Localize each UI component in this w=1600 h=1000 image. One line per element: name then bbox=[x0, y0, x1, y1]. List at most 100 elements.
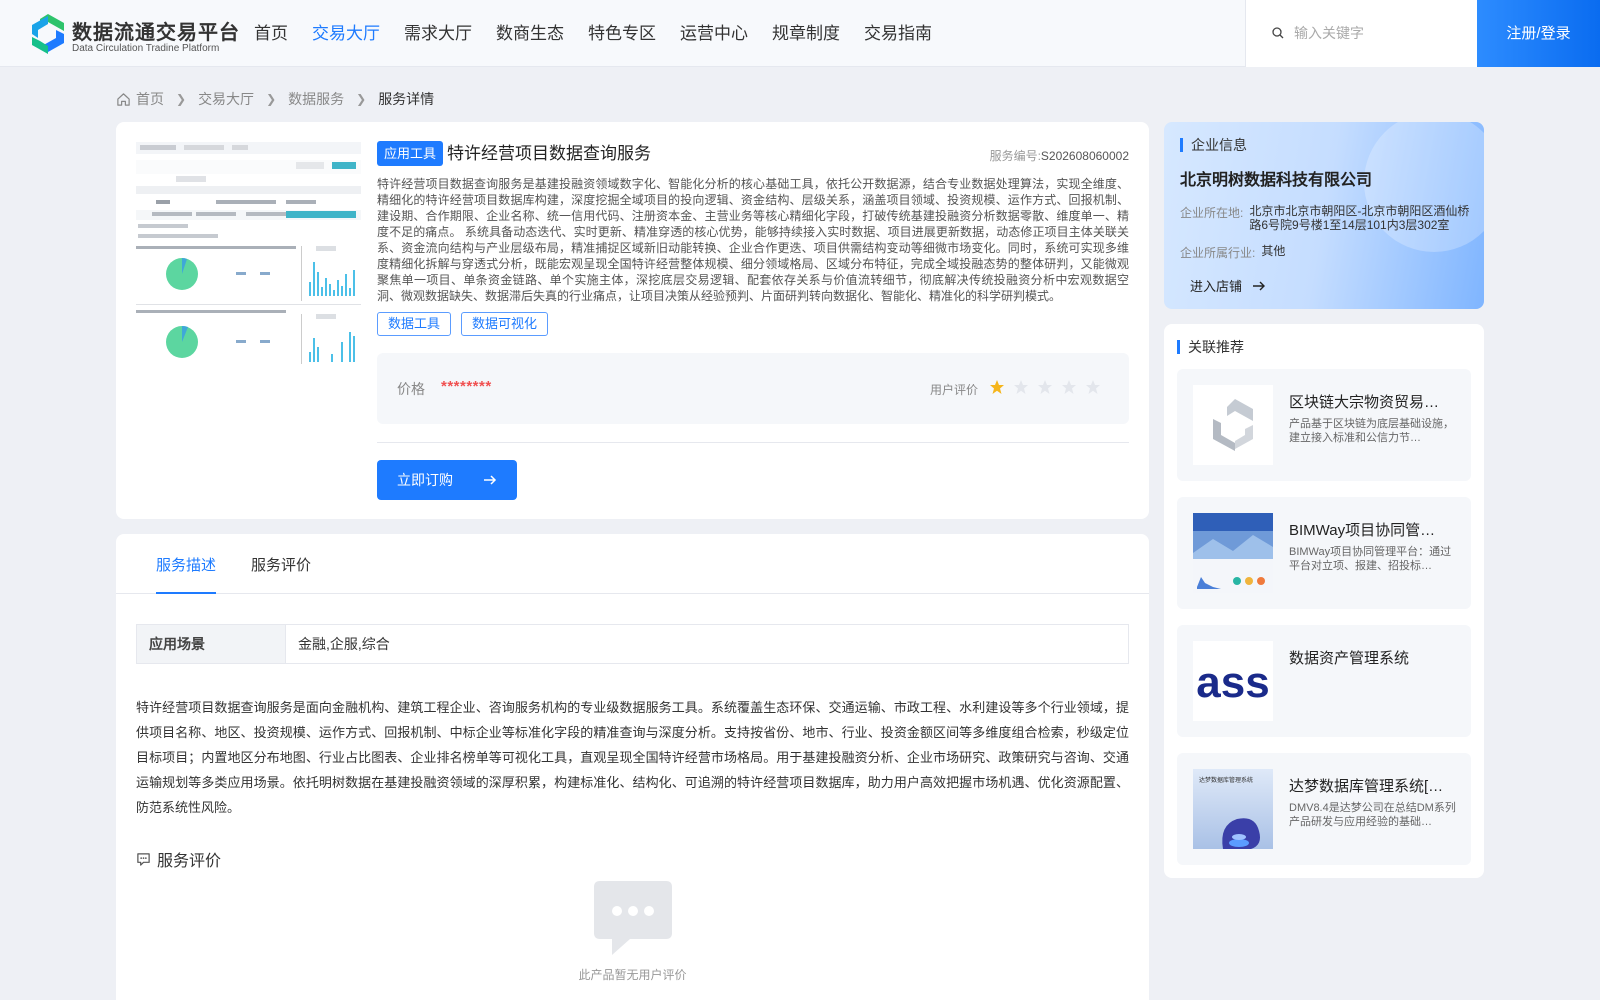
chevron-right-icon: ❯ bbox=[356, 92, 367, 106]
price-label: 价格 bbox=[397, 381, 425, 397]
product-type-tag: 应用工具 bbox=[377, 141, 444, 166]
keyword-tags: 数据工具 数据可视化 bbox=[377, 312, 558, 336]
decoration bbox=[1364, 122, 1484, 252]
industry-label: 企业所属行业: bbox=[1180, 246, 1256, 260]
review-title: 服务评价 bbox=[157, 853, 222, 870]
keyword-tag[interactable]: 数据工具 bbox=[377, 312, 452, 336]
service-number-value: S202608060002 bbox=[1040, 149, 1129, 163]
product-title: 特许经营项目数据查询服务 bbox=[447, 144, 651, 163]
industry-value: 其他 bbox=[1261, 244, 1286, 258]
keyword-tag[interactable]: 数据可视化 bbox=[461, 312, 549, 336]
recommend-title: BIMWay项目协同管… bbox=[1289, 522, 1436, 539]
title-bar bbox=[1180, 138, 1183, 152]
scene-value: 金融,企服,综合 bbox=[298, 636, 390, 652]
platform-logo[interactable]: 数据流通交易平台 Data Circulation Tradine Platfo… bbox=[30, 14, 239, 56]
nav-regulations[interactable]: 规章制度 bbox=[772, 0, 840, 67]
breadcrumb-home[interactable]: 首页 bbox=[136, 89, 164, 109]
star-icon[interactable] bbox=[1037, 379, 1053, 395]
logo-title: 数据流通交易平台 bbox=[72, 22, 240, 44]
subscribe-label: 立即订购 bbox=[397, 472, 453, 488]
recommend-title: 区块链大宗物资贸易… bbox=[1289, 394, 1440, 411]
empty-review-text: 此产品暂无用户评价 bbox=[578, 968, 687, 982]
recommend-desc bbox=[1289, 673, 1459, 701]
price-panel: 价格 ******** 用户评价 bbox=[377, 353, 1129, 424]
recommend-section-label: 关联推荐 bbox=[1188, 339, 1244, 355]
top-header: 数据流通交易平台 Data Circulation Tradine Platfo… bbox=[0, 0, 1600, 67]
company-name: 北京明树数据科技有限公司 bbox=[1180, 172, 1373, 189]
logo-subtitle: Data Circulation Tradine Platform bbox=[72, 43, 220, 54]
blockchain-logo-icon bbox=[1193, 385, 1273, 465]
detail-tabs: 服务描述 服务评价 bbox=[116, 534, 1149, 594]
company-section-label: 企业信息 bbox=[1191, 137, 1247, 153]
recommend-item[interactable]: ass 数据资产管理系统 bbox=[1177, 625, 1471, 737]
enter-shop-label: 进入店铺 bbox=[1190, 279, 1243, 294]
breadcrumb-data-service[interactable]: 数据服务 bbox=[288, 89, 344, 109]
dashboard-screenshot-image bbox=[136, 142, 361, 367]
logo-mark-icon bbox=[32, 14, 64, 54]
arrow-right-icon bbox=[484, 475, 497, 485]
asset-system-logo-image: ass bbox=[1193, 641, 1273, 721]
company-industry-row: 企业所属行业: 其他 bbox=[1180, 244, 1285, 261]
recommend-thumbnail: 达梦数据库管理系统 bbox=[1193, 769, 1273, 849]
nav-home[interactable]: 首页 bbox=[254, 0, 288, 67]
subscribe-button[interactable]: 立即订购 bbox=[377, 460, 517, 500]
recommend-item[interactable]: BIMWay项目协同管… BIMWay项目协同管理平台：通过平台对立项、报建、招… bbox=[1177, 497, 1471, 609]
ass-logo-text: ass bbox=[1196, 658, 1269, 707]
recommend-item[interactable]: 区块链大宗物资贸易… 产品基于区块链为底层基础设施，建立接入标准和公信力节… bbox=[1177, 369, 1471, 481]
breadcrumb: 首页 ❯ 交易大厅 ❯ 数据服务 ❯ 服务详情 bbox=[116, 88, 434, 110]
service-detail-card: 服务描述 服务评价 应用场景 金融,企服,综合 特许经营项目数据查询服务是面向金… bbox=[116, 534, 1149, 1000]
review-section-title: 服务评价 bbox=[136, 847, 221, 871]
comment-icon bbox=[137, 852, 150, 866]
product-thumbnail[interactable] bbox=[136, 142, 361, 367]
recommend-title: 数据资产管理系统 bbox=[1289, 650, 1410, 667]
service-long-description: 特许经营项目数据查询服务是面向金融机构、建筑工程企业、咨询服务机构的专业级数据服… bbox=[136, 700, 1129, 815]
company-section-title: 企业信息 bbox=[1180, 135, 1247, 155]
bimway-screenshot-image bbox=[1193, 513, 1273, 593]
star-icon[interactable] bbox=[1013, 379, 1029, 395]
recommend-desc: 产品基于区块链为底层基础设施，建立接入标准和公信力节… bbox=[1289, 418, 1454, 444]
chevron-right-icon: ❯ bbox=[266, 92, 277, 106]
star-rating bbox=[989, 379, 1109, 395]
scene-label: 应用场景 bbox=[137, 625, 286, 663]
chevron-right-icon: ❯ bbox=[176, 92, 187, 106]
search-box bbox=[1245, 0, 1477, 67]
location-label: 企业所在地: bbox=[1180, 206, 1244, 220]
star-icon[interactable] bbox=[989, 379, 1005, 395]
service-number: 服务编号:S202608060002 bbox=[990, 147, 1129, 164]
breadcrumb-trading-hall[interactable]: 交易大厅 bbox=[198, 89, 254, 109]
company-location-row: 企业所在地: 北京市北京市朝阳区-北京市朝阳区酒仙桥路6号院9号楼1至14层10… bbox=[1180, 204, 1469, 232]
nav-operation-center[interactable]: 运营中心 bbox=[680, 0, 748, 67]
nav-trading-guide[interactable]: 交易指南 bbox=[864, 0, 932, 67]
arrow-right-icon bbox=[1253, 281, 1266, 290]
search-icon[interactable] bbox=[1272, 27, 1284, 39]
recommend-thumbnail: ass bbox=[1193, 641, 1273, 721]
tab-service-reviews[interactable]: 服务评价 bbox=[251, 554, 311, 594]
product-summary-card: 应用工具 特许经营项目数据查询服务 服务编号:S202608060002 特许经… bbox=[116, 122, 1149, 519]
nav-special-zone[interactable]: 特色专区 bbox=[588, 0, 656, 67]
tab-service-description[interactable]: 服务描述 bbox=[156, 554, 217, 594]
recommend-thumbnail bbox=[1193, 513, 1273, 593]
company-info-card: 企业信息 北京明树数据科技有限公司 企业所在地: 北京市北京市朝阳区-北京市朝阳… bbox=[1164, 122, 1484, 309]
recommend-section-title: 关联推荐 bbox=[1177, 337, 1244, 357]
dameng-box-text: 达梦数据库管理系统 bbox=[1199, 776, 1253, 784]
home-icon bbox=[117, 92, 130, 106]
search-input[interactable] bbox=[1294, 20, 1464, 46]
breadcrumb-current: 服务详情 bbox=[378, 91, 435, 107]
main-nav: 首页 交易大厅 需求大厅 数商生态 特色专区 运营中心 规章制度 交易指南 bbox=[254, 0, 956, 67]
rating-label: 用户评价 bbox=[930, 383, 979, 397]
price-value: ******** bbox=[441, 378, 492, 395]
product-description: 特许经营项目数据查询服务是基建投融资领域数字化、智能化分析的核心基础工具，依托公… bbox=[377, 177, 1129, 303]
title-bar bbox=[1177, 340, 1180, 354]
recommend-desc: DMV8.4是达梦公司在总结DM系列产品研发与应用经验的基础… bbox=[1289, 802, 1456, 828]
nav-demand-hall[interactable]: 需求大厅 bbox=[404, 0, 472, 67]
star-icon[interactable] bbox=[1061, 379, 1077, 395]
nav-ecosystem[interactable]: 数商生态 bbox=[496, 0, 564, 67]
related-recommendations: 关联推荐 区块链大宗物资贸易… 产品基于区块链为底层基础设施，建立接入标准和公信… bbox=[1164, 324, 1484, 878]
login-register-button[interactable]: 注册/登录 bbox=[1477, 0, 1600, 67]
recommend-item[interactable]: 达梦数据库管理系统 达梦数据库管理系统[… DMV8.4是达梦公司在总结DM系列… bbox=[1177, 753, 1471, 865]
empty-comment-icon bbox=[594, 881, 672, 955]
enter-shop-link[interactable]: 进入店铺 bbox=[1190, 276, 1266, 295]
star-icon[interactable] bbox=[1085, 379, 1101, 395]
nav-trading-hall[interactable]: 交易大厅 bbox=[312, 0, 380, 67]
recommend-thumbnail bbox=[1193, 385, 1273, 465]
